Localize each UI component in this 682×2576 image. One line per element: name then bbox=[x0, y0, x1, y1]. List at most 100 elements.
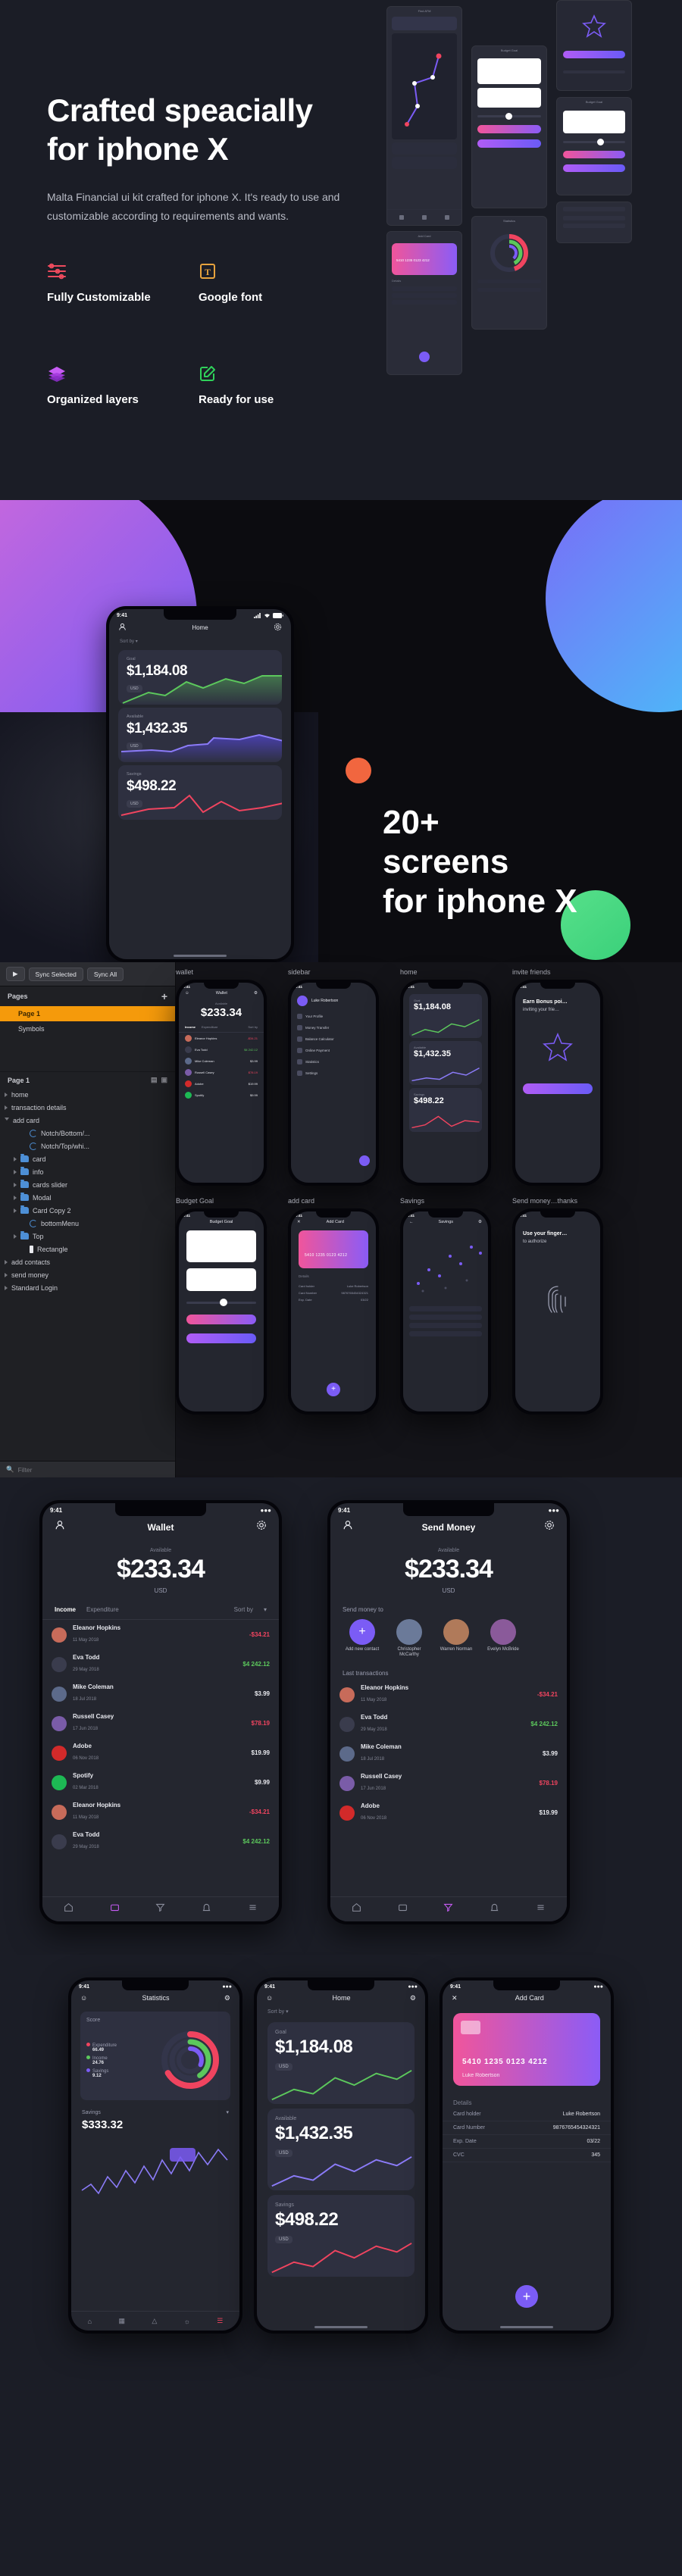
list-view-icon[interactable]: ▤ bbox=[151, 1076, 158, 1084]
grid-cell-budget-goal[interactable]: Budget Goal 9:41 Budget Goal bbox=[176, 1197, 267, 1415]
sort-by-label[interactable]: Sort by bbox=[234, 1606, 253, 1613]
grid-cell-savings[interactable]: Savings 9:41 ← Savings ⚙ bbox=[400, 1197, 491, 1415]
table-row[interactable]: Eleanor Hopkins 11 May 2018 -$34.21 bbox=[42, 1797, 279, 1827]
page-item[interactable]: Page 1 bbox=[0, 1006, 175, 1021]
sidebar-item[interactable]: Statistics bbox=[291, 1056, 376, 1068]
home-icon[interactable] bbox=[352, 1902, 361, 1916]
table-row[interactable]: Russell Casey 17 Jun 2018 $78.19 bbox=[330, 1768, 567, 1798]
layer-row[interactable]: add contacts bbox=[0, 1255, 175, 1268]
layer-row[interactable]: info bbox=[0, 1165, 175, 1178]
disclosure-triangle-icon[interactable] bbox=[5, 1272, 8, 1277]
grid-cell-sidebar[interactable]: sidebar 9:41 Luke Robertson Your Profile… bbox=[288, 968, 379, 1186]
invite-button[interactable] bbox=[523, 1083, 593, 1094]
bell-icon[interactable] bbox=[202, 1902, 211, 1916]
send-icon[interactable] bbox=[155, 1902, 165, 1916]
layer-row[interactable]: Top bbox=[0, 1230, 175, 1243]
sidebar-item[interactable]: Money Transfer bbox=[291, 1022, 376, 1033]
disclosure-triangle-icon[interactable] bbox=[14, 1208, 17, 1213]
layer-row[interactable]: Modal bbox=[0, 1191, 175, 1204]
layer-filter[interactable]: 🔍 Filter bbox=[0, 1461, 175, 1477]
menu-icon[interactable] bbox=[248, 1902, 258, 1916]
sync-selected-button[interactable]: Sync Selected bbox=[28, 967, 83, 981]
person-icon[interactable]: ☺ bbox=[266, 1994, 273, 2002]
disclosure-triangle-icon[interactable] bbox=[5, 1285, 8, 1290]
grid-view-icon[interactable]: ▣ bbox=[161, 1076, 167, 1084]
list-item[interactable]: Eleanor Hopkins -$34.21 bbox=[179, 1033, 264, 1044]
budget-save-button[interactable] bbox=[186, 1315, 256, 1324]
sidebar-item[interactable]: Online Payment bbox=[291, 1045, 376, 1056]
card-icon[interactable] bbox=[110, 1902, 120, 1916]
tab-expenditure[interactable]: Expenditure bbox=[86, 1606, 119, 1613]
credit-card[interactable]: 5410 1235 0123 4212 Luke Robertson bbox=[453, 2013, 600, 2086]
disclosure-triangle-icon[interactable] bbox=[5, 1118, 9, 1123]
bell-icon[interactable]: ☼ bbox=[184, 2318, 190, 2325]
layer-row[interactable]: Standard Login bbox=[0, 1281, 175, 1294]
sidebar-item[interactable]: Balance Calculator bbox=[291, 1033, 376, 1045]
send-icon[interactable]: △ bbox=[152, 2317, 157, 2325]
tab-income[interactable]: Income bbox=[55, 1606, 76, 1613]
table-row[interactable]: Eleanor Hopkins 11 May 2018 -$34.21 bbox=[42, 1620, 279, 1649]
layer-row[interactable]: Notch/Bottom/... bbox=[0, 1127, 175, 1140]
grid-cell-invite[interactable]: invite friends 9:41 Earn Bonus poi… invi… bbox=[512, 968, 603, 1186]
table-row[interactable]: Adobe 06 Nov 2018 $19.99 bbox=[42, 1738, 279, 1768]
list-item[interactable]: Russell Casey $78.19 bbox=[179, 1067, 264, 1078]
close-icon[interactable]: ✕ bbox=[297, 1220, 301, 1224]
table-row[interactable]: Spotify 02 Mar 2018 $9.99 bbox=[42, 1768, 279, 1797]
chevron-down-icon[interactable]: ▾ bbox=[226, 2109, 229, 2115]
person-icon[interactable]: ☺ bbox=[80, 1994, 87, 2002]
table-row[interactable]: Eva Todd 29 May 2018 $4 242.12 bbox=[330, 1709, 567, 1739]
gear-icon[interactable]: ⚙ bbox=[224, 1994, 230, 2002]
play-button[interactable]: ▶ bbox=[6, 967, 25, 981]
person-icon[interactable] bbox=[343, 1520, 353, 1534]
sidebar-item[interactable]: Your Profile bbox=[291, 1011, 376, 1022]
balance-card[interactable]: Savings $498.22 USD bbox=[267, 2195, 415, 2277]
contact-item[interactable]: Warren Norman bbox=[436, 1619, 476, 1658]
menu-icon[interactable] bbox=[536, 1902, 546, 1916]
disclosure-triangle-icon[interactable] bbox=[14, 1233, 17, 1239]
layer-row[interactable]: add card bbox=[0, 1114, 175, 1127]
person-icon[interactable] bbox=[118, 623, 127, 633]
list-item[interactable]: Mike Coleman $3.99 bbox=[179, 1055, 264, 1067]
disclosure-triangle-icon[interactable] bbox=[5, 1105, 8, 1110]
table-row[interactable]: Adobe 06 Nov 2018 $19.99 bbox=[330, 1798, 567, 1827]
layer-row[interactable]: card bbox=[0, 1152, 175, 1165]
layer-row[interactable]: cards slider bbox=[0, 1178, 175, 1191]
gear-icon[interactable] bbox=[544, 1520, 555, 1534]
list-item[interactable]: Adobe $19.99 bbox=[179, 1078, 264, 1089]
gear-icon[interactable]: ⚙ bbox=[410, 1994, 416, 2002]
card-icon[interactable] bbox=[398, 1902, 408, 1916]
balance-card-available[interactable]: Available $1,432.35 USD bbox=[118, 708, 282, 762]
page-item[interactable]: Symbols bbox=[0, 1021, 175, 1036]
budget-confirm-button[interactable] bbox=[186, 1333, 256, 1343]
sort-by-control[interactable]: Sort by ▾ bbox=[109, 636, 291, 647]
disclosure-triangle-icon[interactable] bbox=[14, 1156, 17, 1161]
list-item[interactable]: Spotify $9.99 bbox=[179, 1089, 264, 1101]
close-icon[interactable]: ✕ bbox=[452, 1994, 458, 2002]
gear-icon[interactable] bbox=[274, 623, 282, 633]
disclosure-triangle-icon[interactable] bbox=[14, 1169, 17, 1174]
person-icon[interactable] bbox=[55, 1520, 65, 1534]
table-row[interactable]: Mike Coleman 18 Jul 2018 $3.99 bbox=[330, 1739, 567, 1768]
grid-cell-add-card[interactable]: add card 9:41 ✕ Add Card 5410 1235 0123 4… bbox=[288, 1197, 379, 1415]
table-row[interactable]: Russell Casey 17 Jun 2018 $78.19 bbox=[42, 1708, 279, 1738]
contact-item[interactable]: + Add new contact bbox=[343, 1619, 382, 1658]
home-icon[interactable] bbox=[64, 1902, 74, 1916]
home-icon[interactable]: ⌂ bbox=[88, 2318, 92, 2325]
disclosure-triangle-icon[interactable] bbox=[14, 1195, 17, 1200]
add-page-button[interactable]: + bbox=[161, 990, 167, 1002]
grid-cell-send-money-thanks[interactable]: Send money…thanks 9:41 Use your finger… … bbox=[512, 1197, 603, 1415]
disclosure-triangle-icon[interactable] bbox=[14, 1182, 17, 1187]
disclosure-triangle-icon[interactable] bbox=[5, 1259, 8, 1265]
sort-by-label[interactable]: Sort by bbox=[267, 2009, 284, 2015]
balance-card[interactable]: Available $1,432.35 USD bbox=[267, 2109, 415, 2190]
plus-icon[interactable]: + bbox=[515, 2285, 538, 2308]
grid-cell-wallet[interactable]: wallet 9:41 ☺ Wallet ⚙ Available $233.34 I… bbox=[176, 968, 267, 1186]
contact-item[interactable]: Christopher McCarthy bbox=[389, 1619, 429, 1658]
card-icon[interactable]: ▦ bbox=[118, 2317, 125, 2325]
balance-card[interactable]: Goal $1,184.08 USD bbox=[267, 2022, 415, 2104]
layer-row[interactable]: Rectangle bbox=[0, 1243, 175, 1255]
grid-cell-home[interactable]: home 9:41 Goal $1,184.08 Available $1,43… bbox=[400, 968, 491, 1186]
table-row[interactable]: Eva Todd 29 May 2018 $4 242.12 bbox=[42, 1827, 279, 1856]
sync-all-button[interactable]: Sync All bbox=[86, 967, 124, 981]
balance-card-savings[interactable]: Savings $498.22 USD bbox=[118, 765, 282, 820]
